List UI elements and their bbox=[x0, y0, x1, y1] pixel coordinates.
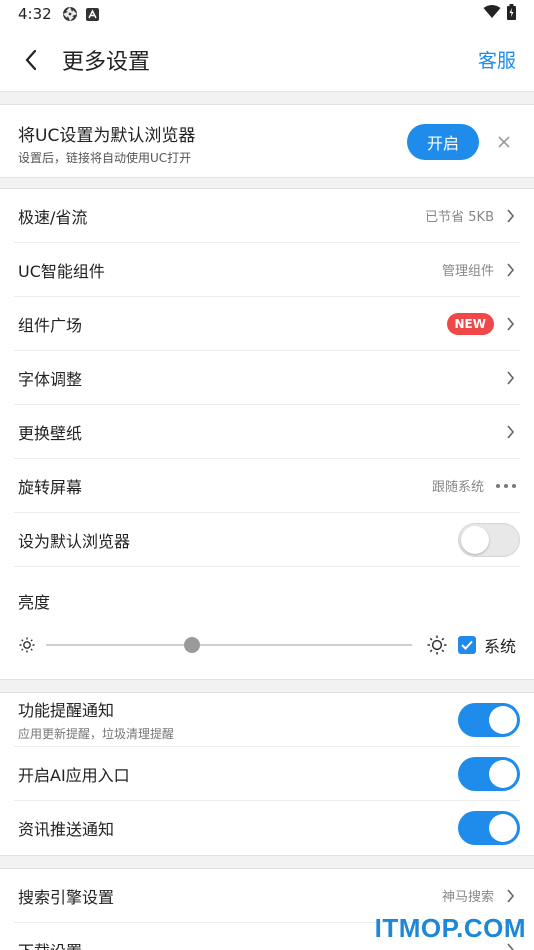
aperture-icon bbox=[62, 6, 78, 22]
wallpaper-label: 更换壁纸 bbox=[18, 423, 83, 443]
a-notification-icon bbox=[85, 7, 99, 21]
chevron-right-icon bbox=[500, 886, 520, 906]
more-dots-icon bbox=[496, 483, 520, 488]
enable-default-button[interactable]: 开启 bbox=[407, 124, 479, 160]
settings-row-set-default: 设为默认浏览器 bbox=[14, 513, 520, 567]
set-default-label: 设为默认浏览器 bbox=[18, 531, 131, 551]
chevron-right-icon bbox=[500, 368, 520, 388]
status-bar: 4:32 bbox=[0, 0, 534, 28]
default-browser-subtitle: 设置后，链接将自动使用UC打开 bbox=[18, 151, 192, 165]
new-badge: NEW bbox=[446, 312, 494, 335]
news-push-label: 资讯推送通知 bbox=[18, 820, 115, 839]
settings-row-feature-reminder: 功能提醒通知 应用更新提醒，垃圾清理提醒 bbox=[14, 693, 520, 747]
system-brightness-checkbox[interactable] bbox=[457, 636, 476, 654]
chevron-right-icon bbox=[500, 206, 520, 226]
toggle-knob bbox=[489, 705, 517, 734]
sun-large-icon bbox=[426, 634, 448, 656]
settings-row-news-push: 资讯推送通知 bbox=[14, 801, 520, 855]
battery-charging-icon bbox=[507, 4, 516, 24]
settings-row-rotate-screen[interactable]: 旋转屏幕 跟随系统 bbox=[14, 459, 520, 513]
feature-reminder-subtitle: 应用更新提醒，垃圾清理提醒 bbox=[18, 727, 175, 741]
uc-widget-label: UC智能组件 bbox=[18, 261, 105, 281]
speed-saving-label: 极速/省流 bbox=[18, 207, 88, 227]
customer-service-link[interactable]: 客服 bbox=[478, 46, 516, 73]
ai-entry-label: 开启AI应用入口 bbox=[18, 765, 130, 785]
brightness-slider[interactable] bbox=[46, 635, 412, 655]
settings-row-widget-plaza[interactable]: 组件广场 NEW bbox=[14, 297, 520, 351]
watermark: ITMOP.COM bbox=[374, 913, 526, 943]
rotate-screen-label: 旋转屏幕 bbox=[18, 477, 83, 497]
chevron-right-icon bbox=[500, 314, 520, 334]
feature-reminder-toggle[interactable] bbox=[458, 702, 520, 737]
notifications-card: 功能提醒通知 应用更新提醒，垃圾清理提醒 开启AI应用入口 资讯推送通知 bbox=[0, 692, 534, 856]
settings-row-speed-saving[interactable]: 极速/省流 已节省 5KB bbox=[14, 189, 520, 243]
toggle-knob bbox=[489, 814, 517, 842]
widget-plaza-label: 组件广场 bbox=[18, 315, 83, 335]
chevron-left-icon bbox=[25, 49, 37, 70]
feature-reminder-label: 功能提醒通知 bbox=[18, 701, 115, 720]
toggle-knob bbox=[461, 525, 489, 554]
search-engine-label: 搜索引擎设置 bbox=[18, 887, 115, 907]
settings-row-ai-entry: 开启AI应用入口 bbox=[14, 747, 520, 801]
default-browser-card: 将UC设置为默认浏览器 设置后，链接将自动使用UC打开 开启 bbox=[0, 104, 534, 178]
status-time: 4:32 bbox=[18, 5, 52, 23]
font-adjust-label: 字体调整 bbox=[18, 369, 83, 389]
uc-widget-value: 管理组件 bbox=[441, 264, 494, 279]
system-brightness-label: 系统 bbox=[483, 637, 516, 656]
brightness-label: 亮度 bbox=[18, 593, 51, 612]
slider-track bbox=[46, 644, 412, 646]
wifi-icon bbox=[483, 5, 501, 23]
download-label: 下载设置 bbox=[14, 938, 82, 950]
sun-small-icon bbox=[14, 636, 36, 654]
slider-thumb[interactable] bbox=[184, 637, 201, 653]
main-settings-card: 极速/省流 已节省 5KB UC智能组件 管理组件 组件广场 NEW 字体调整 … bbox=[0, 188, 534, 680]
checkmark-icon bbox=[461, 640, 473, 650]
settings-row-wallpaper[interactable]: 更换壁纸 bbox=[14, 405, 520, 459]
news-push-toggle[interactable] bbox=[458, 811, 520, 845]
settings-row-font-adjust[interactable]: 字体调整 bbox=[14, 351, 520, 405]
brightness-control: 系统 bbox=[14, 625, 520, 665]
back-button[interactable] bbox=[0, 28, 62, 92]
page-title: 更多设置 bbox=[62, 49, 151, 75]
speed-saving-value: 已节省 5KB bbox=[425, 210, 494, 225]
search-engine-value: 神马搜索 bbox=[441, 890, 494, 905]
settings-row-uc-widget[interactable]: UC智能组件 管理组件 bbox=[14, 243, 520, 297]
top-bar: 更多设置 客服 bbox=[0, 28, 534, 92]
ai-entry-toggle[interactable] bbox=[458, 756, 520, 791]
close-icon[interactable] bbox=[494, 132, 514, 152]
default-browser-title: 将UC设置为默认浏览器 bbox=[18, 126, 196, 146]
feature-reminder-text: 功能提醒通知 应用更新提醒，垃圾清理提醒 bbox=[14, 697, 174, 742]
chevron-right-icon bbox=[500, 260, 520, 280]
toggle-knob bbox=[489, 759, 517, 788]
chevron-right-icon bbox=[500, 422, 520, 442]
set-default-toggle[interactable] bbox=[458, 522, 520, 557]
rotate-screen-value: 跟随系统 bbox=[431, 480, 484, 495]
